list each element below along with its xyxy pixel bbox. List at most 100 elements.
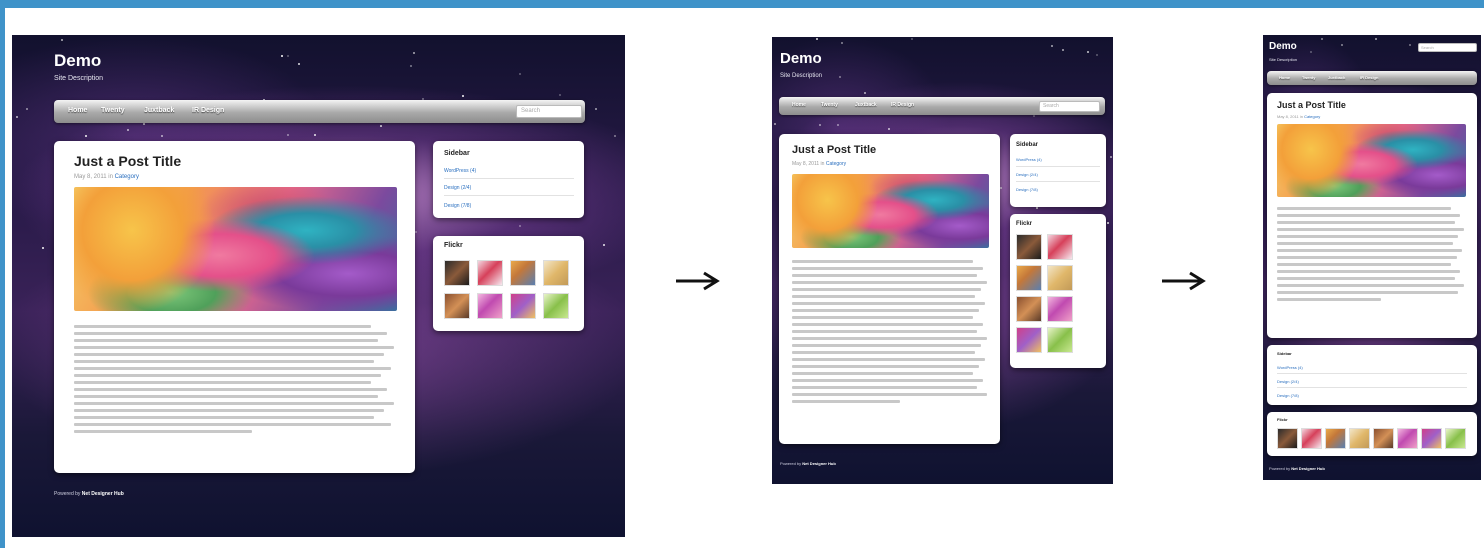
tablet-layout-screenshot: Demo Site Description Home Twenty Juxtba… (772, 37, 1113, 484)
search-input[interactable]: Search (516, 105, 582, 118)
star (16, 116, 18, 118)
text-line (1277, 249, 1463, 252)
flickr-thumbnail[interactable] (1047, 327, 1073, 353)
widget-link-2[interactable]: Design (2/4) (444, 185, 471, 191)
widget-link-3[interactable]: Design (7/8) (444, 203, 471, 209)
text-line (74, 360, 375, 363)
site-footer: Powered by Net Designer Hub (54, 491, 124, 497)
text-line (74, 381, 372, 384)
site-title[interactable]: Demo (1269, 41, 1297, 52)
star (816, 38, 818, 40)
text-line (792, 400, 901, 403)
nav-item-home[interactable]: Home (1279, 75, 1290, 80)
flickr-thumbnail[interactable] (1277, 428, 1298, 449)
star (415, 231, 417, 233)
flickr-thumbnail[interactable] (1047, 296, 1073, 322)
star (42, 247, 44, 249)
nav-item-ir-design[interactable]: IR Design (891, 102, 914, 108)
flickr-thumbnail[interactable] (543, 260, 569, 286)
star (1409, 44, 1411, 46)
text-line (1277, 242, 1453, 245)
text-line (792, 309, 980, 312)
mobile-layout-screenshot: Demo Site Description Search Home Twenty… (1263, 35, 1481, 480)
desktop-layout-screenshot: Demo Site Description Home Twenty Juxtba… (12, 35, 625, 537)
widget-divider (1277, 373, 1467, 374)
widget-divider (1277, 387, 1467, 388)
star (519, 225, 521, 227)
flickr-thumbnail[interactable] (1325, 428, 1346, 449)
star (774, 123, 776, 125)
flickr-thumbnail[interactable] (1047, 265, 1073, 291)
flickr-thumbnail[interactable] (510, 260, 536, 286)
nav-item-juxtback[interactable]: Juxtback (144, 107, 174, 114)
text-line (792, 267, 984, 270)
nav-item-twenty[interactable]: Twenty (821, 102, 838, 108)
post-title[interactable]: Just a Post Title (1277, 100, 1346, 110)
nav-item-juxtback[interactable]: Juxtback (855, 102, 877, 108)
star (911, 38, 913, 40)
footer-link[interactable]: Net Designer Hub (802, 461, 836, 466)
post-title[interactable]: Just a Post Title (74, 153, 181, 169)
flickr-thumbnail[interactable] (1047, 234, 1073, 260)
post-card: Just a Post Title May 8, 2011 in Categor… (779, 134, 1000, 444)
flickr-thumbnail[interactable] (1373, 428, 1394, 449)
flickr-thumbnail[interactable] (510, 293, 536, 319)
flickr-thumbnail[interactable] (1421, 428, 1442, 449)
sidebar-widget: Sidebar WordPress (4) Design (2/4) Desig… (1267, 345, 1477, 405)
flickr-thumbnail[interactable] (444, 293, 470, 319)
post-date: May 8, 2011 in (792, 161, 825, 167)
site-title[interactable]: Demo (780, 50, 822, 67)
post-title[interactable]: Just a Post Title (792, 144, 876, 156)
flickr-thumbnail[interactable] (1349, 428, 1370, 449)
nav-item-home[interactable]: Home (68, 107, 87, 114)
site-title[interactable]: Demo (54, 51, 101, 71)
text-line (74, 388, 388, 391)
flickr-thumbnail[interactable] (1016, 327, 1042, 353)
text-line (792, 365, 980, 368)
text-line (1277, 263, 1451, 266)
widget-link-2[interactable]: Design (2/4) (1016, 172, 1038, 177)
flickr-thumbnail[interactable] (1016, 234, 1042, 260)
nav-item-twenty[interactable]: Twenty (101, 107, 125, 114)
flickr-thumbnail[interactable] (1301, 428, 1322, 449)
widget-link-3[interactable]: Design (7/8) (1016, 187, 1038, 192)
widget-link-1[interactable]: WordPress (4) (444, 168, 476, 174)
post-category-link[interactable]: Category (1304, 114, 1320, 119)
navigation-bar: Home Twenty Juxtback IR Design Search (779, 97, 1105, 115)
post-category-link[interactable]: Category (115, 174, 139, 180)
flickr-thumbnail[interactable] (477, 293, 503, 319)
site-footer: Powered by Net Designer Hub (780, 461, 836, 466)
text-line (1277, 221, 1455, 224)
post-card: Just a Post Title May 8, 2011 in Categor… (54, 141, 415, 473)
star (1310, 51, 1312, 53)
nav-item-ir-design[interactable]: IR Design (1360, 75, 1378, 80)
widget-link-1[interactable]: WordPress (4) (1277, 365, 1303, 370)
flickr-thumbnail[interactable] (1016, 265, 1042, 291)
text-line (792, 295, 976, 298)
widget-link-1[interactable]: WordPress (4) (1016, 157, 1042, 162)
footer-link[interactable]: Net Designer Hub (82, 491, 124, 497)
widget-link-3[interactable]: Design (7/8) (1277, 393, 1299, 398)
star (1000, 187, 1002, 189)
text-line (792, 274, 978, 277)
search-input[interactable]: Search (1418, 43, 1477, 52)
footer-link[interactable]: Net Designer Hub (1291, 466, 1325, 471)
search-input[interactable]: Search (1039, 101, 1100, 112)
text-line (792, 330, 978, 333)
nav-item-twenty[interactable]: Twenty (1302, 75, 1315, 80)
flickr-thumbnail[interactable] (444, 260, 470, 286)
post-category-link[interactable]: Category (826, 161, 846, 167)
flickr-thumbnail[interactable] (477, 260, 503, 286)
flickr-thumbnail[interactable] (543, 293, 569, 319)
flickr-thumbnail[interactable] (1016, 296, 1042, 322)
nav-item-ir-design[interactable]: IR Design (192, 107, 224, 114)
text-line (74, 430, 252, 433)
star (1107, 222, 1109, 224)
nav-item-juxtback[interactable]: Juxtback (1328, 75, 1345, 80)
star (841, 42, 843, 44)
nav-item-home[interactable]: Home (792, 102, 806, 108)
flickr-thumbnail[interactable] (1445, 428, 1466, 449)
widget-link-2[interactable]: Design (2/4) (1277, 379, 1299, 384)
flickr-thumbnail[interactable] (1397, 428, 1418, 449)
top-accent-bar (0, 0, 1484, 8)
